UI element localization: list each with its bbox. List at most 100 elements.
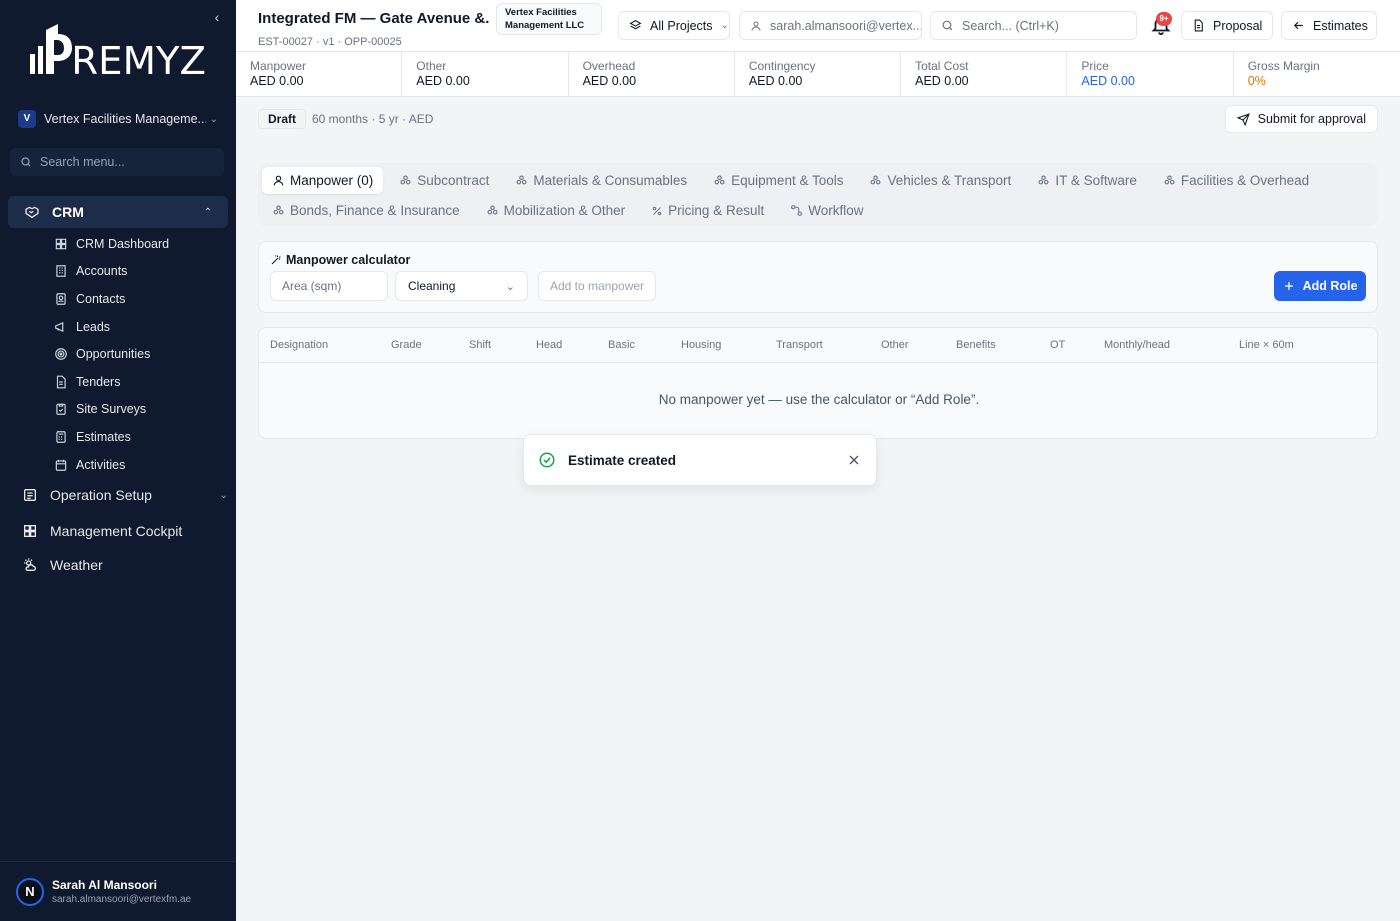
empty-state-message: No manpower yet — use the calculator or … <box>658 392 980 407</box>
column-header[interactable]: Other <box>881 339 909 351</box>
tab-vehicles-transport[interactable]: Vehicles & Transport <box>859 167 1021 194</box>
add-to-manpower-button[interactable]: Add to manpower <box>538 271 656 301</box>
column-header[interactable]: Head <box>536 339 562 351</box>
metric-overhead: Overhead AED 0.00 <box>569 52 735 96</box>
avatar: N <box>16 877 44 906</box>
sidebar-item-management-cockpit[interactable]: Management Cockpit <box>22 516 228 546</box>
tab-bonds-finance-insurance[interactable]: Bonds, Finance & Insurance <box>262 197 470 224</box>
column-header[interactable]: Monthly/head <box>1104 339 1170 351</box>
user-icon <box>751 21 761 31</box>
page-title: Integrated FM — Gate Avenue &... <box>258 10 490 27</box>
column-header[interactable]: Benefits <box>956 339 996 351</box>
metric-value: AED 0.00 <box>1081 74 1135 88</box>
collapse-sidebar-icon[interactable]: ‹ <box>208 8 226 26</box>
calculator-title-row: Manpower calculator <box>270 253 410 267</box>
proposal-button[interactable]: Proposal <box>1181 11 1273 40</box>
close-icon[interactable] <box>846 452 862 468</box>
arrow-left-icon <box>1293 21 1303 30</box>
projects-label: All Projects <box>650 18 713 33</box>
sidebar-item-site-surveys[interactable]: Site Surveys <box>54 396 224 424</box>
sidebar-item-label: CRM <box>52 204 84 220</box>
column-header[interactable]: Grade <box>391 339 422 351</box>
contact-icon <box>56 293 66 305</box>
sidebar-item-activities[interactable]: Activities <box>54 451 224 479</box>
brand-logo: PREMYZ <box>28 20 208 80</box>
sidebar-item-weather[interactable]: Weather <box>22 550 228 580</box>
magic-wand-icon <box>271 255 281 265</box>
manpower-calculator: Manpower calculator Cleaning ⌄ Add to ma… <box>258 241 1378 313</box>
tab-pricing-result[interactable]: Pricing & Result <box>641 197 774 224</box>
projects-selector[interactable]: All Projects ⌄ <box>618 11 730 40</box>
sidebar-item-label: Opportunities <box>76 347 151 362</box>
column-header[interactable]: Basic <box>608 339 635 351</box>
user-email-field[interactable]: sarah.almansoori@vertex... <box>739 11 922 40</box>
tab-label: Materials & Consumables <box>533 173 688 188</box>
metric-label: Contingency <box>748 59 816 73</box>
tab-label: Subcontract <box>417 173 490 188</box>
table-header: Designation Grade Shift Head Basic Housing Tra… <box>259 328 1377 363</box>
tab-row: Bonds, Finance & Insurance Mobilization &… <box>262 197 1374 224</box>
sidebar-item-estimates[interactable]: Estimates <box>54 423 224 451</box>
area-input[interactable] <box>270 271 388 301</box>
sidebar-item-crm[interactable]: CRM ⌃ <box>8 196 228 228</box>
sidebar-item-label: Site Surveys <box>76 402 147 417</box>
submit-for-approval-button[interactable]: Submit for approval <box>1224 105 1378 133</box>
top-header: Integrated FM — Gate Avenue &... EST-000… <box>236 0 1400 52</box>
sidebar-item-opportunities[interactable]: Opportunities <box>54 340 224 368</box>
sidebar-search-input[interactable] <box>40 155 210 169</box>
column-header[interactable]: Shift <box>469 339 491 351</box>
sidebar-item-tenders[interactable]: Tenders <box>54 368 224 396</box>
user-name: Sarah Al Mansoori <box>52 878 157 892</box>
handshake-icon <box>25 206 39 219</box>
column-header[interactable]: Housing <box>681 339 721 351</box>
org-switcher[interactable]: V Vertex Facilities Manageme... ⌄ <box>10 104 226 134</box>
calculator-icon <box>56 431 66 443</box>
metric-value: AED 0.00 <box>582 74 637 88</box>
global-search[interactable]: Search... (Ctrl+K) <box>930 11 1137 40</box>
tab-materials-consumables[interactable]: Materials & Consumables <box>505 167 697 194</box>
metric-label: Other <box>416 59 447 73</box>
tab-workflow[interactable]: Workflow <box>780 197 873 224</box>
calculator-title: Manpower calculator <box>286 253 411 267</box>
chevron-down-icon: ⌄ <box>720 20 729 31</box>
user-email-label: sarah.almansoori@vertex... <box>770 18 922 33</box>
building-icon <box>56 265 66 278</box>
back-to-estimates-button[interactable]: Estimates <box>1281 11 1377 40</box>
tab-mobilization-other[interactable]: Mobilization & Other <box>476 197 636 224</box>
tab-equipment-tools[interactable]: Equipment & Tools <box>703 167 853 194</box>
user-profile[interactable]: N Sarah Al Mansoori sarah.almansoori@ver… <box>0 861 236 921</box>
service-type-select[interactable]: Cleaning ⌄ <box>395 271 528 301</box>
column-header[interactable]: Line × 60m <box>1239 339 1294 351</box>
column-header[interactable]: Transport <box>776 339 823 351</box>
sidebar: ‹ PREMYZ V Vertex Facilities Manageme...… <box>0 0 236 921</box>
tab-label: Pricing & Result <box>668 203 765 218</box>
metric-value: AED 0.00 <box>416 74 470 88</box>
sidebar-item-operation-setup[interactable]: Operation Setup ⌄ <box>22 480 228 510</box>
sidebar-item-leads[interactable]: Leads <box>54 313 224 341</box>
column-header[interactable]: OT <box>1050 339 1065 351</box>
sidebar-item-label: CRM Dashboard <box>76 236 170 251</box>
metric-other: Other AED 0.00 <box>402 52 569 96</box>
sidebar-item-accounts[interactable]: Accounts <box>54 258 224 286</box>
sidebar-item-crm-dashboard[interactable]: CRM Dashboard <box>54 230 224 258</box>
column-header[interactable]: Designation <box>270 339 328 351</box>
tab-facilities-overhead[interactable]: Facilities & Overhead <box>1153 167 1319 194</box>
add-role-button[interactable]: Add Role <box>1274 271 1366 301</box>
toast-notification: Estimate created <box>523 434 877 486</box>
metric-label: Overhead <box>582 59 636 73</box>
metric-value: AED 0.00 <box>250 74 304 88</box>
tab-it-software[interactable]: IT & Software <box>1027 167 1147 194</box>
tab-subcontract[interactable]: Subcontract <box>389 167 499 194</box>
status-bar: Draft 60 months · 5 yr · AED Submit for … <box>236 97 1400 141</box>
plus-icon <box>1284 282 1293 290</box>
metric-price: Price AED 0.00 <box>1067 52 1234 96</box>
org-badge: V <box>18 110 36 128</box>
operations-icon <box>24 489 36 501</box>
chevron-up-icon: ⌃ <box>203 206 212 218</box>
boxes-icon <box>487 205 498 215</box>
boxes-icon <box>516 175 527 185</box>
document-icon <box>1194 19 1203 32</box>
search-icon <box>21 157 31 167</box>
tab-manpower-0[interactable]: Manpower (0) <box>262 167 384 194</box>
sidebar-item-contacts[interactable]: Contacts <box>54 285 224 313</box>
